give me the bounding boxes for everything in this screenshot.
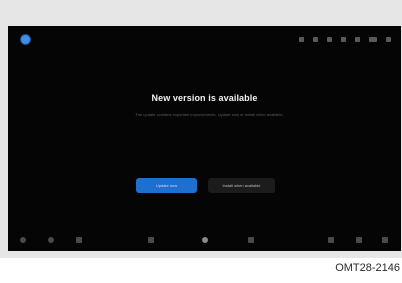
bluetooth-icon [299, 37, 304, 42]
app-logo-icon[interactable] [21, 35, 30, 44]
menu-icon[interactable] [382, 237, 388, 243]
bottom-dock [8, 229, 401, 251]
figure-code: OMT28-2146 [335, 262, 400, 274]
display-screen: New version is available The update cont… [8, 26, 401, 251]
seat-icon[interactable] [328, 237, 334, 243]
apps-icon[interactable] [248, 237, 254, 243]
update-now-button[interactable]: Update now [136, 178, 197, 193]
screenshot-frame: New version is available The update cont… [0, 0, 402, 258]
time-icon [369, 37, 377, 42]
wifi-icon [313, 37, 318, 42]
status-bar [299, 37, 391, 42]
fan-icon[interactable] [356, 237, 362, 243]
media-icon[interactable] [48, 237, 54, 243]
settings-icon[interactable] [386, 37, 391, 42]
climate-icon[interactable] [148, 237, 154, 243]
power-icon[interactable] [20, 237, 26, 243]
dialog-title: New version is available [151, 93, 258, 103]
phone-icon[interactable] [76, 237, 82, 243]
sound-icon [341, 37, 346, 42]
dialog-body: The update contains important improvemen… [135, 112, 284, 117]
home-icon[interactable] [202, 237, 208, 243]
signal-icon [327, 37, 332, 42]
battery-icon [355, 37, 360, 42]
install-later-button[interactable]: Install when available [208, 178, 275, 193]
